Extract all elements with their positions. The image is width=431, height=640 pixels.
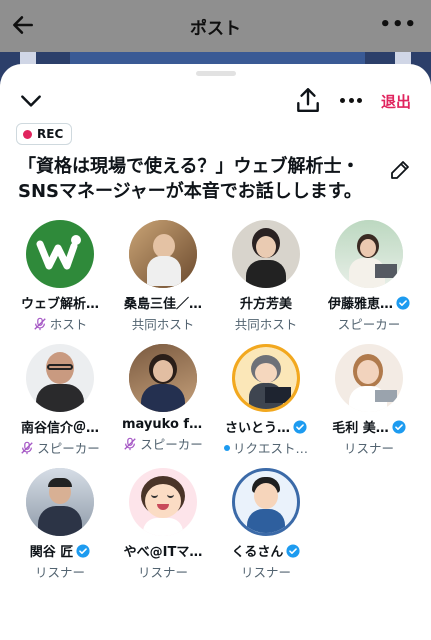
participant-name: ウェブ解析… xyxy=(20,297,99,312)
verified-badge-icon xyxy=(396,295,410,310)
participant-name: やべ@ITマ… xyxy=(123,545,203,560)
participant-tile[interactable]: 伊藤雅恵… スピーカー xyxy=(317,220,421,333)
verified-badge-icon xyxy=(76,543,90,558)
dot-icon xyxy=(340,97,345,103)
participant-tile[interactable]: 桑島三佳／… 共同ホスト xyxy=(111,220,215,333)
request-dot-icon xyxy=(223,444,230,451)
avatar xyxy=(232,468,300,536)
recording-label: REC xyxy=(37,127,64,141)
more-options-button[interactable] xyxy=(338,90,364,110)
participant-role: スピーカー xyxy=(37,441,100,456)
avatar xyxy=(26,344,94,412)
participant-role: 共同ホスト xyxy=(234,317,298,332)
participant-tile[interactable]: 南谷信介＠… スピーカー xyxy=(8,344,112,457)
share-icon[interactable] xyxy=(295,86,321,114)
recording-dot-icon xyxy=(23,129,32,139)
participant-name: 伊藤雅恵… xyxy=(327,297,393,312)
participant-tile[interactable]: さいとう… リクエスト… xyxy=(214,344,318,457)
space-sheet: 退出 REC 「資格は現場で使える？」ウェブ解析士・SNSマネージャーが本音でお… xyxy=(0,64,431,640)
edit-pencil-icon[interactable] xyxy=(388,158,412,182)
participant-role: スピーカー xyxy=(140,437,203,452)
recording-badge: REC xyxy=(16,123,73,145)
avatar xyxy=(26,220,94,288)
avatar xyxy=(129,344,197,412)
participant-tile[interactable]: mayuko fu… スピーカー xyxy=(111,344,215,453)
background-top-bar: ポスト ••• xyxy=(0,0,431,52)
participant-role: 共同ホスト xyxy=(131,317,195,332)
dot-icon xyxy=(348,97,354,103)
participant-name: 毛利 美… xyxy=(332,421,389,436)
participant-tile[interactable]: 関谷 匠 リスナー xyxy=(8,468,112,581)
collapse-chevron-icon[interactable] xyxy=(18,88,44,114)
participant-role: リスナー xyxy=(343,441,394,456)
participant-tile[interactable]: ウェブ解析… ホスト xyxy=(8,220,112,333)
participant-name: くるさん xyxy=(231,545,284,560)
participant-name: さいとう… xyxy=(224,421,290,436)
avatar xyxy=(129,220,197,288)
avatar xyxy=(129,468,197,536)
participant-name: 桑島三佳／… xyxy=(123,297,202,312)
participant-name: 升方芳美 xyxy=(239,297,292,312)
mic-muted-icon xyxy=(124,437,136,450)
page-title: ポスト xyxy=(190,18,241,39)
participant-name: 南谷信介＠… xyxy=(20,421,99,436)
participant-role: リスナー xyxy=(34,565,85,580)
sheet-grabber[interactable] xyxy=(196,71,236,76)
avatar xyxy=(335,220,403,288)
participant-role: リクエスト… xyxy=(232,441,308,456)
logo-w-icon xyxy=(36,235,81,270)
verified-badge-icon xyxy=(286,543,300,558)
participant-tile[interactable]: やべ@ITマ… リスナー xyxy=(111,468,215,581)
verified-badge-icon xyxy=(392,419,406,434)
back-arrow-icon[interactable] xyxy=(10,12,36,38)
sheet-header: 退出 xyxy=(0,84,431,118)
space-title: 「資格は現場で使える？」ウェブ解析士・SNSマネージャーが本音でお話しします。 xyxy=(18,156,362,202)
verified-badge-icon xyxy=(293,419,307,434)
participant-tile[interactable]: 毛利 美… リスナー xyxy=(317,344,421,457)
participant-role: リスナー xyxy=(240,565,291,580)
mic-muted-icon xyxy=(21,441,33,454)
participant-tile[interactable]: くるさん リスナー xyxy=(214,468,318,581)
participant-name: mayuko fu… xyxy=(122,417,204,432)
avatar xyxy=(26,468,94,536)
participant-role: ホスト xyxy=(49,317,88,332)
participant-role: スピーカー xyxy=(337,317,401,332)
more-options-icon[interactable]: ••• xyxy=(379,14,417,35)
mic-muted-icon xyxy=(34,317,46,330)
participant-role: リスナー xyxy=(137,565,188,580)
leave-button[interactable]: 退出 xyxy=(381,91,411,112)
avatar xyxy=(232,220,300,288)
participant-tile[interactable]: 升方芳美 共同ホスト xyxy=(214,220,318,333)
participant-name: 関谷 匠 xyxy=(29,545,74,560)
avatar xyxy=(232,344,300,412)
dot-icon xyxy=(357,97,362,103)
avatar xyxy=(335,344,403,412)
